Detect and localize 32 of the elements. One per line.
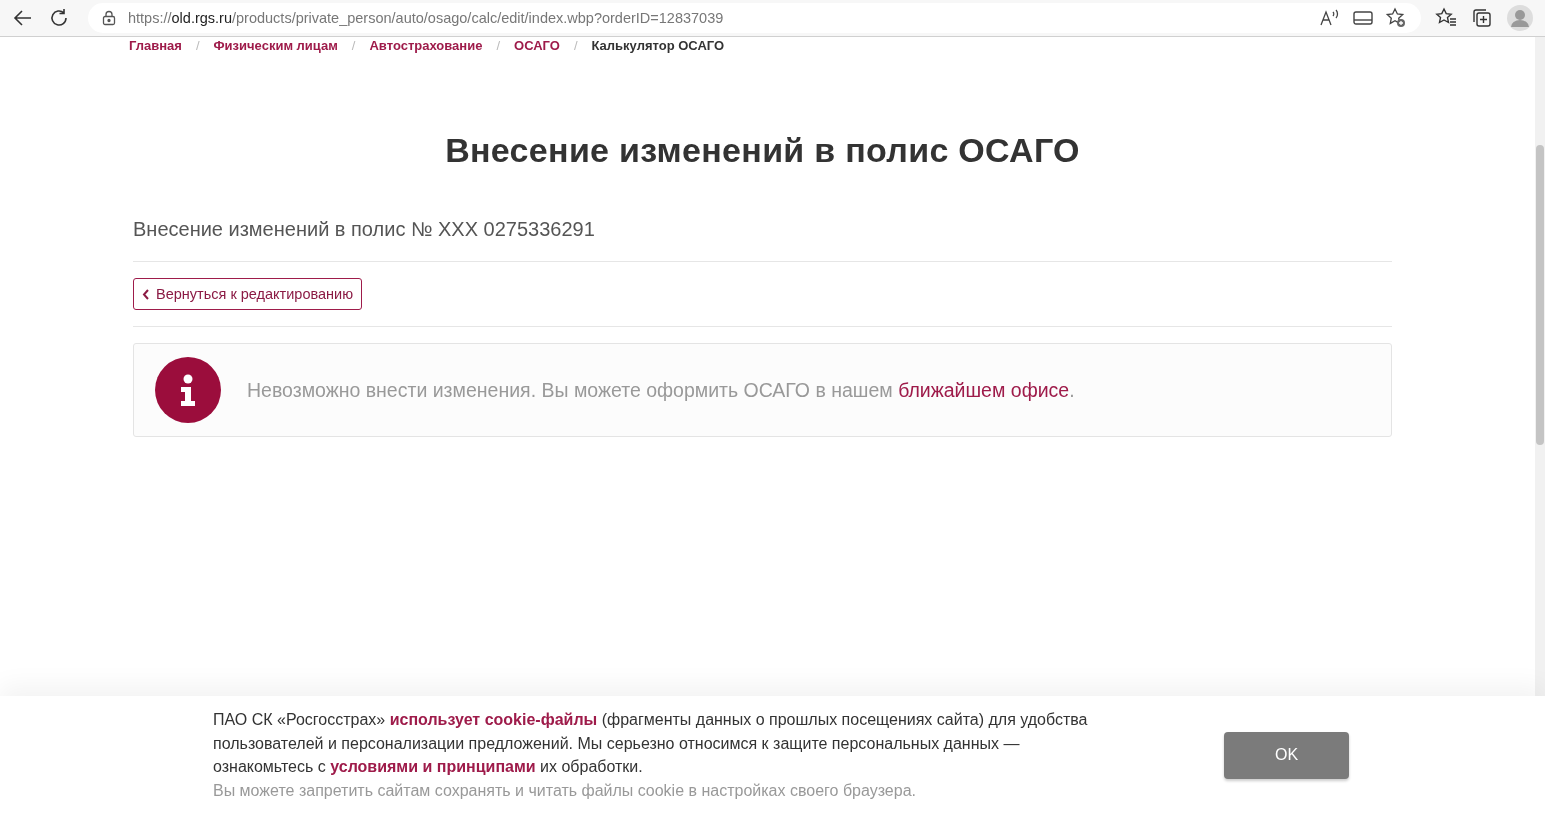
breadcrumb-link[interactable]: ОСАГО [514, 37, 560, 53]
chevron-left-icon [142, 288, 150, 300]
address-bar[interactable]: https://old.rgs.ru/products/private_person/auto/osago/calc/edit/index.wbp?orderID=12837039 [88, 3, 1421, 33]
cookie-link[interactable]: условиями и принципами [330, 758, 536, 776]
breadcrumb-separator: / [194, 37, 201, 53]
star-add-icon[interactable] [1385, 7, 1407, 29]
breadcrumb-link[interactable]: Калькулятор ОСАГО [591, 37, 725, 53]
scrollbar[interactable] [1535, 37, 1545, 696]
read-aloud-icon[interactable] [1319, 9, 1341, 27]
back-to-editing-button[interactable]: Вернуться к редактированию [133, 278, 363, 310]
breadcrumb-separator: / [495, 37, 502, 53]
cookie-link[interactable]: использует cookie-файлы [389, 711, 598, 729]
breadcrumb-link[interactable]: Физическим лицам [213, 37, 338, 53]
breadcrumb-separator: / [572, 37, 579, 53]
collections-icon[interactable] [1471, 7, 1493, 29]
card-icon[interactable] [1353, 10, 1373, 26]
breadcrumb-link[interactable]: Главная [129, 37, 182, 53]
favorites-icon[interactable] [1435, 7, 1457, 29]
info-icon [155, 357, 221, 423]
avatar-icon[interactable] [1507, 5, 1533, 31]
breadcrumb-separator: / [350, 37, 357, 53]
refresh-icon[interactable] [48, 7, 70, 29]
lock-icon [102, 10, 116, 26]
breadcrumb-link[interactable]: Автострахование [369, 37, 483, 53]
ok-button[interactable]: OK [1224, 731, 1349, 779]
nearest-office-link[interactable]: ближайшем офисе [898, 378, 1070, 401]
info-message-text: Невозможно внести изменения. Вы можете оформить ОСАГО в нашем ближайшем офисе. [247, 378, 1075, 402]
url-text: https://old.rgs.ru/products/private_person/auto/osago/calc/edit/index.wbp?orderID=12837039 [128, 10, 724, 26]
page-title: Внесение изменений в полис ОСАГО [444, 131, 1081, 170]
cookie-hint-text: Вы можете запретить сайтам сохранять и читать файлы cookie в настройках своего браузера. [213, 780, 917, 801]
policy-subtitle: Внесение изменений в полис № XXX 0275336291 [133, 218, 596, 241]
cookie-notice-text: ПАО СК «Росгосстрах» использует cookie-файлы (фрагменты данных о прошлых посещениях сайта) для удобства пользователей и персонализации предложений. Мы серьезно относимся к защите персональных данных — ознакомьтесь с условиями и принципами их обработки. [213, 710, 1089, 778]
